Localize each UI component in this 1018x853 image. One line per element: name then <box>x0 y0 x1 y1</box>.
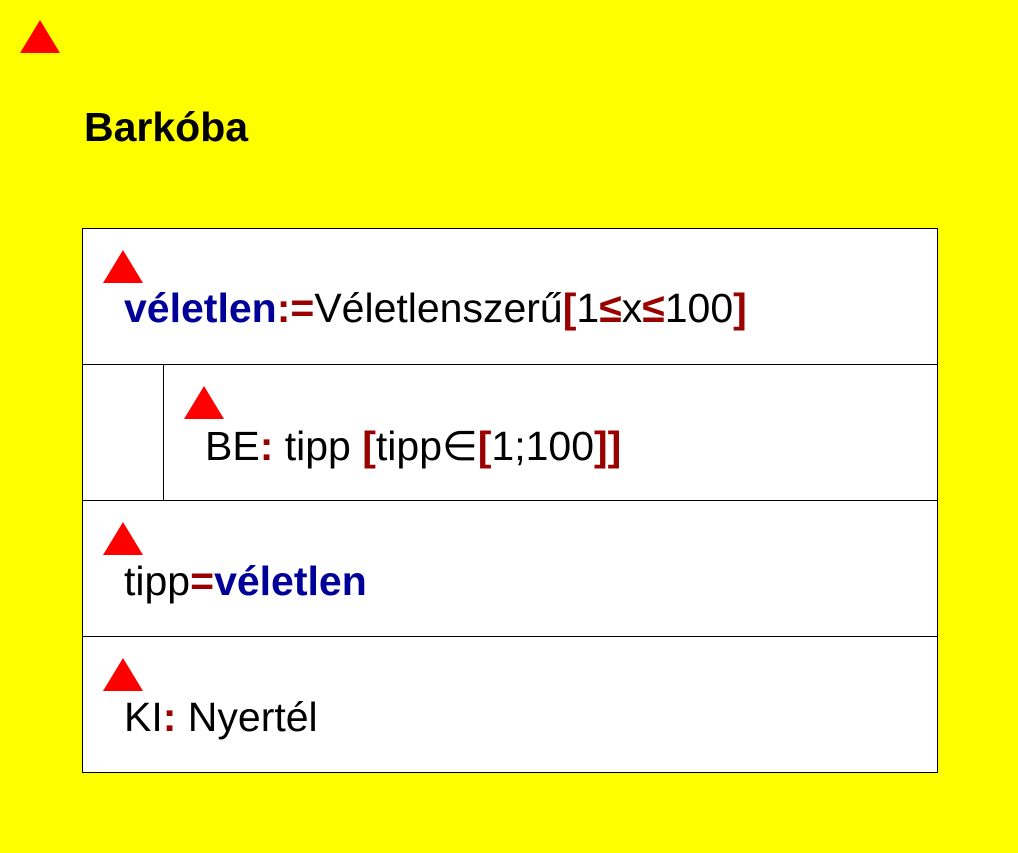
var-name: véletlen <box>124 285 277 331</box>
upper-bound: 100 <box>664 285 734 331</box>
tipp-var: tipp <box>124 558 191 604</box>
lower-bound: 1 <box>576 285 600 331</box>
corner-triangle-icon <box>20 20 60 53</box>
cond-open-bracket: [ <box>362 423 376 469</box>
be-keyword: BE <box>205 423 260 469</box>
var-name: véletlen <box>214 558 367 604</box>
le-operator: ≤ <box>599 285 622 331</box>
output-marker-icon <box>103 658 143 691</box>
le-operator-2: ≤ <box>642 285 665 331</box>
range-open-bracket: [ <box>477 423 492 469</box>
assign-operator: := <box>276 285 315 331</box>
assign-marker-icon <box>103 250 143 283</box>
func-name: Véletlenszerű <box>314 285 563 331</box>
loop-condition: tipp=véletlen <box>124 558 367 605</box>
page-title: Barkóba <box>84 104 249 150</box>
ki-colon: : <box>162 694 177 740</box>
tipp-in: tipp∈ <box>375 423 478 469</box>
output-message: Nyertél <box>176 694 318 740</box>
ki-keyword: KI <box>124 694 163 740</box>
x-var: x <box>621 285 643 331</box>
condition-marker-icon <box>103 522 143 555</box>
assign-statement: véletlen:=Véletlenszerű[1≤x≤100] <box>124 285 747 332</box>
input-statement: BE: tipp [tipp∈[1;100]] <box>205 422 621 470</box>
open-bracket: [ <box>562 285 577 331</box>
close-bracket: ] <box>733 285 747 331</box>
close-brackets: ]] <box>594 423 622 469</box>
tipp-var: tipp <box>273 423 363 469</box>
input-marker-icon <box>184 386 224 419</box>
eq-operator: = <box>190 558 215 604</box>
range: 1;100 <box>491 423 594 469</box>
output-statement: KI: Nyertél <box>124 694 318 741</box>
be-colon: : <box>259 423 274 469</box>
